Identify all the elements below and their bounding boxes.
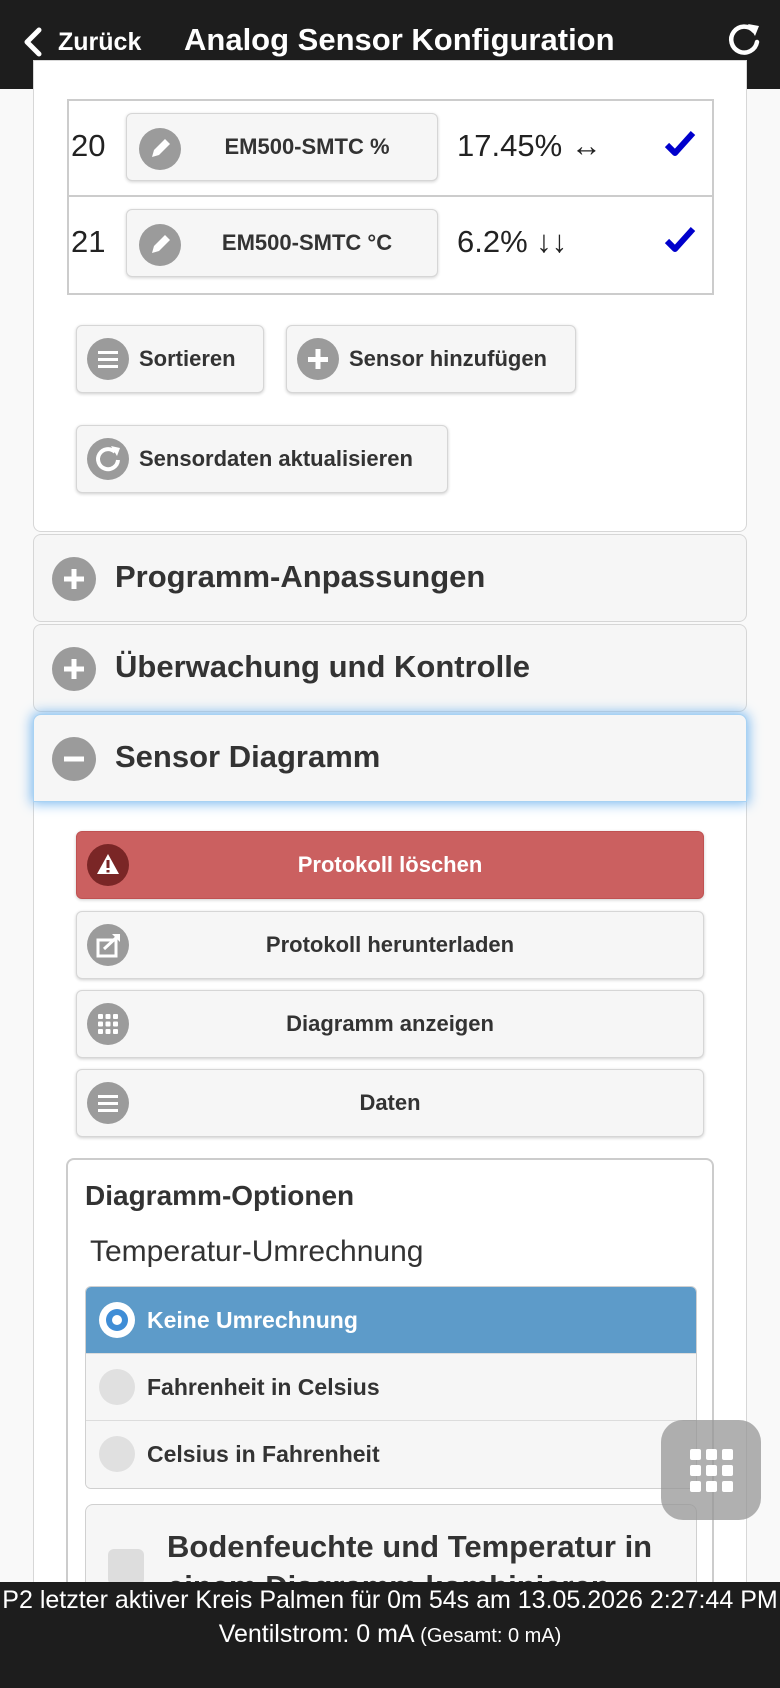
refresh-icon	[87, 438, 129, 480]
radio-celsius-to-fahrenheit[interactable]: Celsius in Fahrenheit	[86, 1421, 696, 1488]
sensor-name: EM500-SMTC °C	[221, 230, 393, 255]
check-icon	[664, 130, 696, 156]
refresh-sensor-data-label: Sensordaten aktualisieren	[139, 446, 413, 471]
radio-indicator	[99, 1302, 135, 1338]
sensor-list-panel: 20 EM500-SMTC % 17.45% ↔ 21 EM500-SMTC °…	[33, 60, 747, 532]
section-title: Programm-Anpassungen	[115, 559, 486, 594]
edit-sensor-button[interactable]: EM500-SMTC %	[126, 113, 438, 181]
download-log-button[interactable]: Protokoll herunterladen	[76, 911, 704, 979]
pencil-icon	[139, 224, 181, 266]
radio-fahrenheit-to-celsius[interactable]: Fahrenheit in Celsius	[86, 1354, 696, 1421]
check-icon	[664, 226, 696, 252]
refresh-sensor-data-button[interactable]: Sensordaten aktualisieren	[76, 425, 448, 493]
add-sensor-label: Sensor hinzufügen	[349, 346, 547, 371]
temperature-conversion-label: Temperatur-Umrechnung	[90, 1235, 424, 1268]
sensor-row: 20 EM500-SMTC % 17.45% ↔	[69, 101, 712, 197]
page-title: Analog Sensor Konfiguration	[184, 22, 615, 57]
valve-current: Ventilstrom: 0 mA	[218, 1620, 414, 1648]
sensor-row: 21 EM500-SMTC °C 6.2% ↓↓	[69, 197, 712, 293]
radio-indicator	[99, 1436, 135, 1472]
section-sensor-diagram[interactable]: Sensor Diagramm	[33, 714, 747, 802]
chevron-left-icon	[24, 27, 42, 57]
last-active-circuit-status: P2 letzter aktiver Kreis Palmen für 0m 5…	[2, 1586, 778, 1614]
sensor-name: EM500-SMTC %	[224, 134, 390, 159]
sort-label: Sortieren	[139, 346, 236, 371]
clear-log-button[interactable]: Protokoll löschen	[76, 831, 704, 899]
minus-icon	[52, 737, 96, 781]
plus-icon	[52, 557, 96, 601]
section-program-adjustments[interactable]: Programm-Anpassungen	[33, 534, 747, 622]
floating-menu-button[interactable]	[661, 1420, 761, 1520]
add-sensor-button[interactable]: Sensor hinzufügen	[286, 325, 576, 393]
section-title: Überwachung und Kontrolle	[115, 649, 531, 684]
show-chart-label: Diagramm anzeigen	[286, 1011, 494, 1036]
pencil-icon	[139, 128, 181, 170]
data-label: Daten	[359, 1090, 421, 1115]
menu-icon	[87, 338, 129, 380]
refresh-icon[interactable]	[724, 20, 764, 60]
sensor-value: 17.45% ↔	[457, 128, 602, 163]
clear-log-label: Protokoll löschen	[297, 852, 483, 877]
data-button[interactable]: Daten	[76, 1069, 704, 1137]
status-footer: P2 letzter aktiver Kreis Palmen für 0m 5…	[0, 1582, 780, 1688]
sensor-table: 20 EM500-SMTC % 17.45% ↔ 21 EM500-SMTC °…	[67, 99, 714, 295]
section-title: Sensor Diagramm	[115, 739, 381, 774]
edit-sensor-button[interactable]: EM500-SMTC °C	[126, 209, 438, 277]
total-current: (Gesamt: 0 mA)	[420, 1625, 562, 1647]
sensor-number: 20	[71, 128, 106, 163]
grid-icon	[690, 1449, 733, 1492]
radio-indicator	[99, 1369, 135, 1405]
download-log-label: Protokoll herunterladen	[265, 932, 515, 957]
radio-label: Fahrenheit in Celsius	[147, 1374, 380, 1400]
plus-icon	[297, 338, 339, 380]
radio-no-conversion[interactable]: Keine Umrechnung	[86, 1287, 696, 1354]
show-chart-button[interactable]: Diagramm anzeigen	[76, 990, 704, 1058]
section-monitoring[interactable]: Überwachung und Kontrolle	[33, 624, 747, 712]
valve-current-status: Ventilstrom: 0 mA (Gesamt: 0 mA)	[0, 1617, 780, 1653]
plus-icon	[52, 647, 96, 691]
radio-label: Celsius in Fahrenheit	[147, 1441, 380, 1467]
back-label: Zurück	[58, 27, 142, 56]
sort-button[interactable]: Sortieren	[76, 325, 264, 393]
options-title: Diagramm-Optionen	[85, 1180, 355, 1211]
temperature-conversion-group: Keine Umrechnung Fahrenheit in Celsius C…	[85, 1286, 697, 1489]
sensor-value: 6.2% ↓↓	[457, 224, 568, 259]
checkbox-indicator	[108, 1549, 144, 1585]
sensor-number: 21	[71, 224, 106, 259]
radio-label: Keine Umrechnung	[147, 1307, 358, 1333]
